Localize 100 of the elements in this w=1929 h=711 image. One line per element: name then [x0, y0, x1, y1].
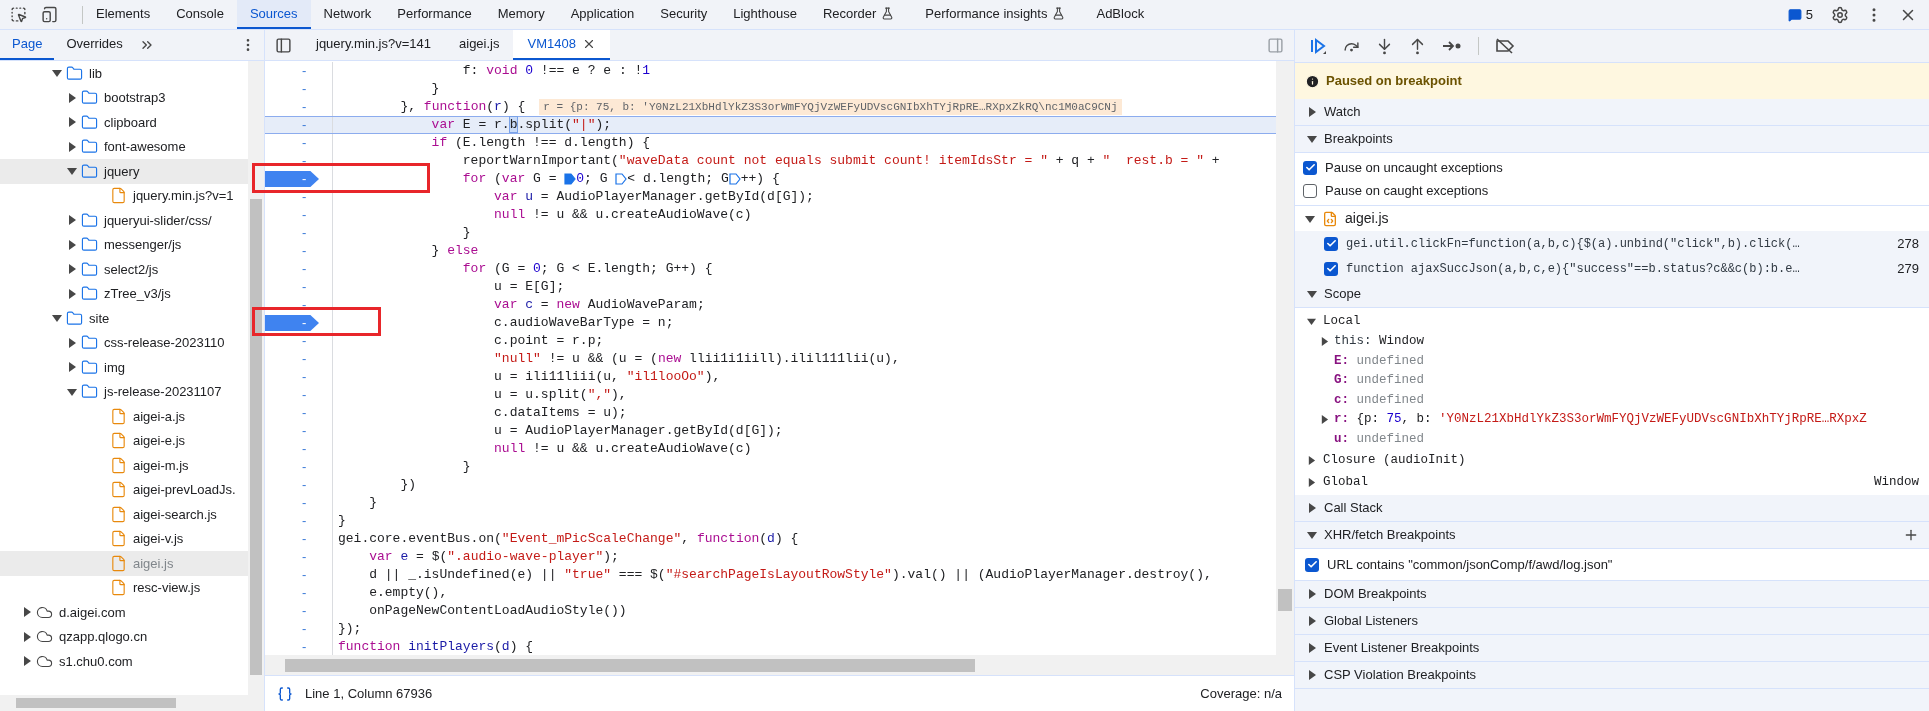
tree-item[interactable]: aigei-v.js	[0, 526, 248, 551]
line-number[interactable]: -	[302, 475, 307, 495]
tree-item[interactable]: qzapp.qlogo.cn	[0, 624, 248, 649]
tree-item[interactable]: d.aigei.com	[0, 600, 248, 625]
line-number[interactable]: -	[302, 403, 307, 423]
line-number[interactable]: -	[302, 367, 307, 387]
editor-tab[interactable]: VM1408	[513, 30, 610, 60]
breakpoint-code[interactable]: gei.util.clickFn=function(a,b,c){$(a).unbind("click",b).click(…	[1346, 234, 1890, 253]
line-number[interactable]: -	[302, 511, 307, 531]
triangle-right-icon[interactable]	[1307, 616, 1317, 626]
triangle-right-icon[interactable]	[1320, 337, 1329, 347]
toggle-navigator-icon[interactable]	[275, 36, 292, 54]
triangle-down-icon[interactable]	[1307, 289, 1317, 299]
tree-item[interactable]: site	[0, 306, 248, 331]
line-number[interactable]: -	[302, 115, 307, 135]
breakpoint-marker[interactable]: -	[265, 315, 319, 331]
deactivate-breakpoints-icon[interactable]	[1495, 38, 1515, 54]
horizontal-scrollbar[interactable]	[0, 695, 248, 711]
panel-tab[interactable]: Application	[557, 0, 648, 29]
step-out-icon[interactable]	[1409, 37, 1426, 55]
add-icon[interactable]	[1903, 527, 1919, 543]
vertical-scrollbar[interactable]	[1276, 61, 1294, 655]
step-icon[interactable]	[1442, 39, 1462, 53]
toggle-debugger-icon[interactable]	[1267, 36, 1284, 54]
line-number[interactable]: -	[302, 619, 307, 639]
vertical-scrollbar[interactable]	[248, 61, 264, 711]
issues-counter[interactable]: 5	[1787, 4, 1813, 25]
tree-item[interactable]: s1.chu0.com	[0, 649, 248, 674]
triangle-right-icon[interactable]	[67, 362, 77, 373]
tree-item[interactable]: js-release-20231107	[0, 379, 248, 404]
tree-item[interactable]: resc-view.js	[0, 575, 248, 600]
triangle-right-icon[interactable]	[1307, 643, 1317, 653]
inspect-element-icon[interactable]	[10, 6, 27, 23]
tree-item[interactable]: zTree_v3/js	[0, 281, 248, 306]
scope-variable[interactable]: G: undefined	[1334, 371, 1425, 391]
line-number[interactable]: -	[302, 187, 307, 207]
panel-tab[interactable]: Memory	[484, 0, 558, 29]
tree-item[interactable]: lib	[0, 61, 248, 86]
line-number[interactable]: -	[302, 439, 307, 459]
panel-tab[interactable]: Lighthouse	[720, 0, 810, 29]
checkbox[interactable]	[1303, 183, 1317, 198]
triangle-down-icon[interactable]	[1305, 213, 1315, 224]
line-number[interactable]: -	[302, 385, 307, 405]
triangle-right-icon[interactable]	[67, 141, 77, 152]
checkbox[interactable]	[1303, 160, 1317, 175]
line-number[interactable]: -	[302, 79, 307, 99]
line-number[interactable]: -	[302, 349, 307, 369]
line-number[interactable]: -	[302, 295, 307, 315]
editor-tab[interactable]: aigei.js	[445, 30, 514, 60]
tree-item[interactable]: css-release-2023110	[0, 330, 248, 355]
horizontal-scrollbar[interactable]	[265, 655, 1294, 675]
triangle-down-icon[interactable]	[1307, 316, 1316, 326]
line-number[interactable]: -	[302, 241, 307, 261]
line-number[interactable]: -	[302, 493, 307, 513]
line-number[interactable]: -	[302, 547, 307, 567]
triangle-down-icon[interactable]	[67, 386, 77, 397]
breakpoint-marker[interactable]: -	[265, 171, 319, 187]
scope-variable[interactable]: c: undefined	[1334, 390, 1425, 410]
line-number[interactable]: -	[302, 259, 307, 279]
line-number[interactable]: -	[302, 277, 307, 297]
scope-variable[interactable]: u: undefined	[1334, 429, 1425, 449]
navigator-tab[interactable]: Overrides	[54, 30, 135, 60]
triangle-right-icon[interactable]	[67, 239, 77, 250]
triangle-down-icon[interactable]	[52, 313, 62, 324]
tree-item[interactable]: aigei-a.js	[0, 404, 248, 429]
line-number[interactable]: -	[302, 151, 307, 171]
line-number[interactable]: -	[302, 223, 307, 243]
triangle-right-icon[interactable]	[67, 92, 77, 103]
triangle-right-icon[interactable]	[1307, 477, 1316, 487]
tree-item[interactable]: clipboard	[0, 110, 248, 135]
scope-name[interactable]: Closure (audioInit)	[1323, 450, 1919, 470]
checkbox[interactable]	[1305, 557, 1319, 572]
inline-breakpoint-icon[interactable]	[615, 173, 628, 185]
scope-name[interactable]: Local	[1323, 311, 1919, 331]
tree-item[interactable]: aigei-m.js	[0, 453, 248, 478]
tree-item[interactable]: jqueryui-slider/css/	[0, 208, 248, 233]
tree-item[interactable]: aigei-search.js	[0, 502, 248, 527]
tree-item[interactable]: messenger/js	[0, 232, 248, 257]
navigator-tab[interactable]: Page	[0, 30, 55, 60]
panel-tab[interactable]: Security	[647, 0, 721, 29]
triangle-right-icon[interactable]	[1307, 503, 1317, 513]
line-number[interactable]: -	[302, 565, 307, 585]
line-number[interactable]: -	[302, 601, 307, 621]
checkbox[interactable]	[1324, 236, 1338, 251]
checkbox-option[interactable]: Pause on caught exceptions	[1295, 179, 1929, 202]
inline-breakpoint-icon[interactable]	[728, 173, 741, 185]
tree-item[interactable]: jquery	[0, 159, 248, 184]
line-number[interactable]: -	[302, 133, 307, 153]
editor-tab[interactable]: jquery.min.js?v=141	[302, 30, 445, 60]
panel-tab[interactable]: Recorder	[809, 0, 913, 29]
settings-icon[interactable]	[1831, 5, 1849, 24]
checkbox-option[interactable]: URL contains "common/jsonComp/f/awd/log.json"	[1295, 549, 1929, 580]
checkbox[interactable]	[1324, 261, 1338, 276]
panel-tab[interactable]: Elements	[83, 0, 164, 29]
resume-icon[interactable]	[1309, 37, 1327, 55]
line-number[interactable]: -	[302, 457, 307, 477]
triangle-right-icon[interactable]	[67, 288, 77, 299]
line-number[interactable]: -	[302, 61, 307, 81]
triangle-right-icon[interactable]	[22, 607, 32, 618]
triangle-right-icon[interactable]	[1307, 455, 1316, 465]
